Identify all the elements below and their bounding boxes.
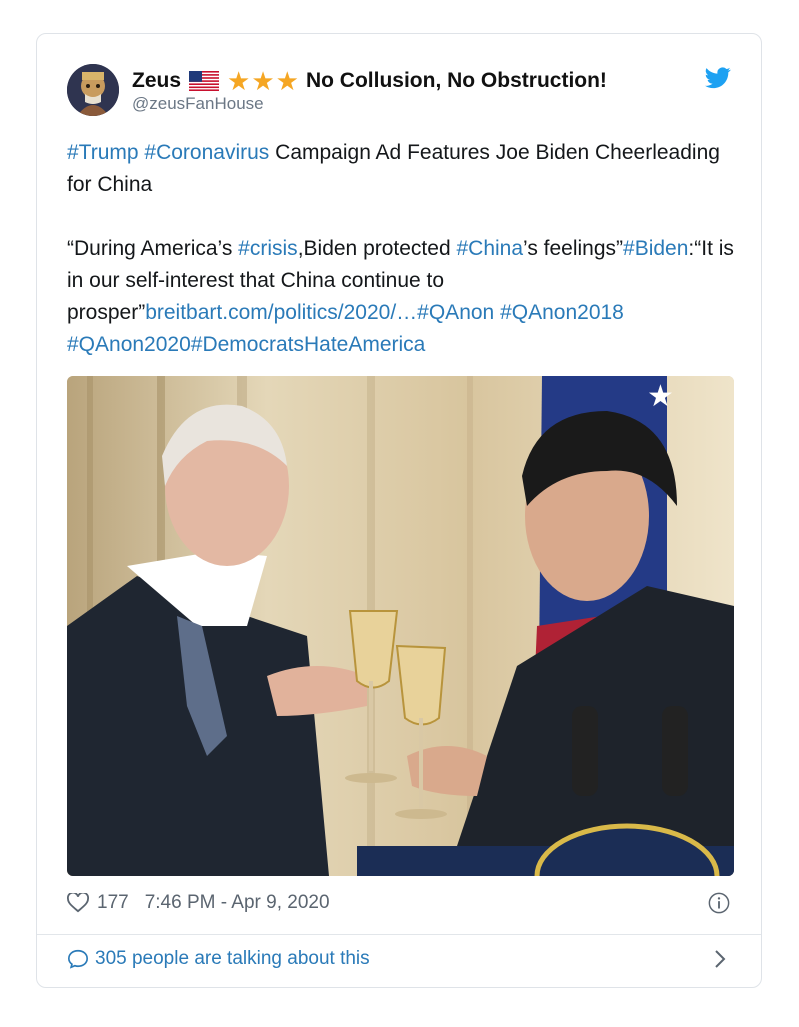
tweet-text: #Trump #Coronavirus Campaign Ad Features…	[67, 137, 747, 361]
text: ’s feelings”	[523, 237, 624, 260]
tweet-paragraph-1: #Trump #Coronavirus Campaign Ad Features…	[67, 137, 747, 201]
display-name-row[interactable]: Zeus ★★★ No Collusion, No Obstruction!	[132, 67, 607, 95]
hashtag-link[interactable]: #Trump #Coronavirus	[67, 141, 269, 164]
hashtag-qanon2018[interactable]: #QAnon2018	[500, 301, 624, 324]
star-icons: ★★★	[227, 66, 300, 96]
chevron-right-icon[interactable]	[713, 948, 727, 970]
conversation-link[interactable]: 305 people are talking about this	[67, 948, 370, 970]
tweet-meta: 177 7:46 PM - Apr 9, 2020	[67, 892, 330, 914]
tweet-paragraph-2: “During America’s #crisis,Biden protecte…	[67, 233, 747, 361]
text: ,Biden protected	[297, 237, 457, 260]
hashtag-crisis[interactable]: #crisis	[238, 237, 298, 260]
hashtag-biden[interactable]: #Biden	[623, 237, 688, 260]
hashtag-qanon2020-democrats[interactable]: #QAnon2020#DemocratsHateAmerica	[67, 333, 425, 356]
talking-count-text[interactable]: 305 people are talking about this	[95, 948, 370, 970]
avatar[interactable]	[67, 64, 119, 116]
tweet-timestamp[interactable]: 7:46 PM - Apr 9, 2020	[145, 892, 330, 914]
like-count[interactable]: 177	[97, 892, 129, 914]
info-icon[interactable]	[708, 892, 730, 914]
heart-icon[interactable]	[67, 893, 89, 913]
tweet-card: Zeus ★★★ No Collusion, No Obstruction! @…	[36, 33, 762, 988]
display-name[interactable]: Zeus	[132, 69, 181, 93]
tweet-photo[interactable]: ★ ★	[67, 376, 734, 876]
hashtag-china[interactable]: #China	[456, 237, 523, 260]
user-handle[interactable]: @zeusFanHouse	[132, 94, 264, 114]
us-flag-icon	[189, 71, 220, 91]
article-link[interactable]: breitbart.com/politics/2020/…	[145, 301, 417, 324]
text: “During America’s	[67, 237, 239, 260]
svg-text:★: ★	[647, 379, 674, 414]
speech-bubble-icon	[68, 949, 88, 969]
hashtag-qanon[interactable]: #QAnon	[417, 301, 494, 324]
display-name-suffix: No Collusion, No Obstruction!	[305, 69, 607, 92]
twitter-bird-icon[interactable]	[705, 66, 731, 90]
divider	[37, 934, 761, 935]
